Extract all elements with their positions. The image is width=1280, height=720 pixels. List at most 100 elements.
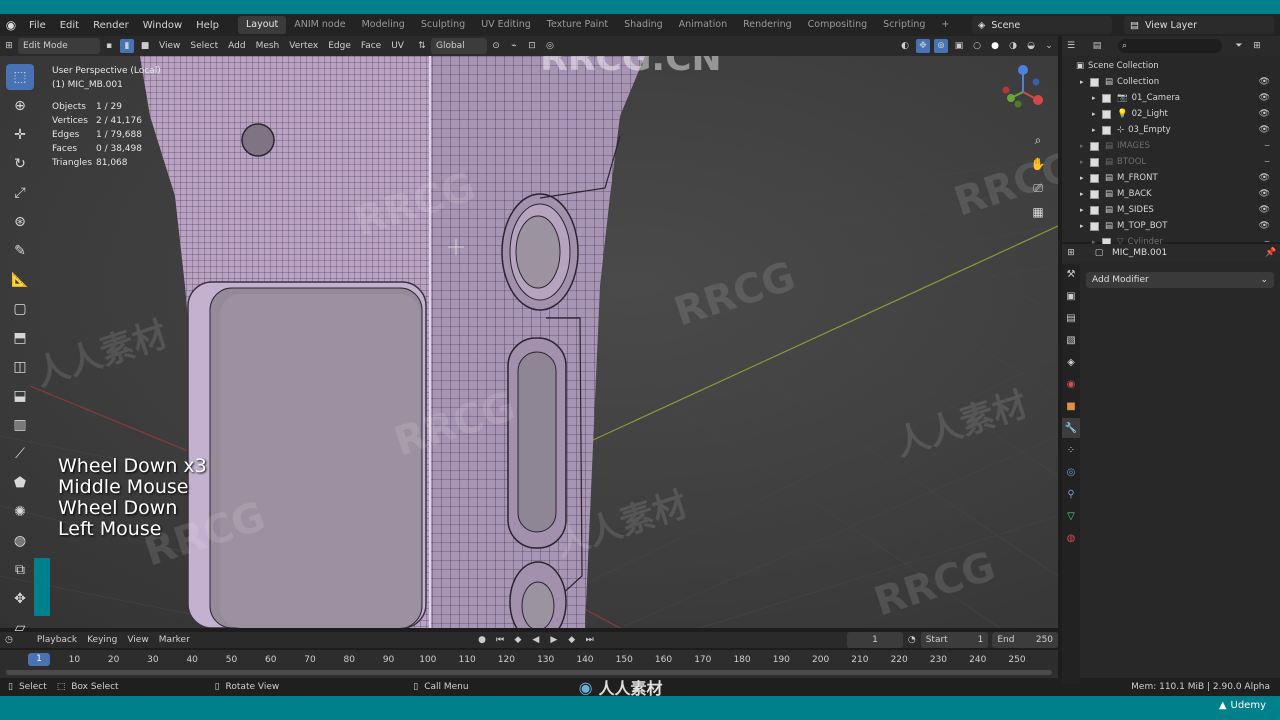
menu-vertex[interactable]: Vertex — [284, 38, 323, 54]
tab-texture-paint[interactable]: Texture Paint — [539, 16, 616, 34]
pin-icon[interactable]: 📌 — [1264, 246, 1278, 260]
outliner-item[interactable]: ▸ ▤ IMAGES ⌣ — [1062, 138, 1280, 154]
vertex-select-icon[interactable]: ▪ — [102, 39, 116, 53]
properties-editor-icon[interactable]: ⊞ — [1064, 246, 1078, 260]
menu-select[interactable]: Select — [185, 38, 223, 54]
edge-slide-tool-icon[interactable]: ⧉ — [6, 557, 34, 583]
disclosure-arrow-icon[interactable]: ▸ — [1092, 110, 1102, 118]
visibility-eye-icon[interactable]: 👁 — [1259, 93, 1270, 103]
tab-shading[interactable]: Shading — [616, 16, 671, 34]
jump-end-icon[interactable]: ⏭ — [583, 633, 597, 647]
current-frame-field[interactable]: 1 — [847, 632, 903, 648]
outliner-item[interactable]: ▸ ▤ Collection 👁 — [1062, 74, 1280, 90]
exclude-checkbox[interactable] — [1090, 173, 1099, 183]
shading-options-icon[interactable]: ⌄ — [1042, 39, 1056, 53]
jump-start-icon[interactable]: ⏮ — [493, 633, 507, 647]
visibility-eye-icon[interactable]: 👁 — [1259, 173, 1270, 183]
timeline-playback-menu[interactable]: Playback — [32, 632, 82, 648]
play-reverse-icon[interactable]: ◀ — [529, 633, 543, 647]
transform-tool-icon[interactable]: ⊛ — [6, 209, 34, 235]
zoom-icon[interactable]: ⌕ — [1028, 130, 1048, 150]
rotate-tool-icon[interactable]: ↻ — [6, 151, 34, 177]
disclosure-arrow-icon[interactable]: ▸ — [1092, 94, 1102, 102]
move-tool-icon[interactable]: ✛ — [6, 122, 34, 148]
visibility-eye-icon[interactable]: 👁 — [1259, 109, 1270, 119]
tab-sculpting[interactable]: Sculpting — [413, 16, 473, 34]
tool-tab-icon[interactable]: ⚒ — [1062, 264, 1080, 284]
scene-selector[interactable]: ◈ Scene — [972, 16, 1112, 34]
poly-build-tool-icon[interactable]: ⬟ — [6, 470, 34, 496]
modifier-tab-icon[interactable]: 🔧 — [1062, 418, 1080, 438]
tab-compositing[interactable]: Compositing — [800, 16, 876, 34]
visibility-eye-icon[interactable]: 👁 — [1259, 125, 1270, 135]
current-frame-indicator[interactable]: 1 — [28, 653, 50, 666]
filter-icon[interactable]: ⏷ — [1232, 39, 1246, 53]
loop-cut-tool-icon[interactable]: ▥ — [6, 412, 34, 438]
outliner-root[interactable]: ▣ Scene Collection — [1062, 58, 1280, 74]
menu-render[interactable]: Render — [86, 20, 136, 31]
scale-tool-icon[interactable]: ⤢ — [6, 180, 34, 206]
scene-tab-icon[interactable]: ◈ — [1062, 352, 1080, 372]
smooth-tool-icon[interactable]: ◍ — [6, 528, 34, 554]
output-tab-icon[interactable]: ▤ — [1062, 308, 1080, 328]
exclude-checkbox[interactable] — [1102, 93, 1111, 103]
menu-edge[interactable]: Edge — [323, 38, 356, 54]
outliner-item[interactable]: ▸ ▤ M_SIDES 👁 — [1062, 202, 1280, 218]
record-icon[interactable]: ● — [475, 633, 489, 647]
exclude-checkbox[interactable] — [1090, 77, 1099, 87]
new-collection-icon[interactable]: ⊞ — [1250, 39, 1264, 53]
disclosure-arrow-icon[interactable]: ▸ — [1080, 78, 1090, 86]
visibility-eye-icon[interactable]: ⌣ — [1264, 141, 1270, 151]
physics-tab-icon[interactable]: ◎ — [1062, 462, 1080, 482]
data-tab-icon[interactable]: ▽ — [1062, 506, 1080, 526]
next-key-icon[interactable]: ◆ — [565, 633, 579, 647]
extrude-tool-icon[interactable]: ⬒ — [6, 325, 34, 351]
exclude-checkbox[interactable] — [1102, 109, 1111, 119]
inset-tool-icon[interactable]: ◫ — [6, 354, 34, 380]
menu-add[interactable]: Add — [223, 38, 250, 54]
face-select-icon[interactable]: ■ — [138, 39, 152, 53]
timeline-scrollbar[interactable] — [6, 670, 1052, 675]
navigation-gizmo[interactable] — [998, 64, 1048, 114]
tab-layout[interactable]: Layout — [237, 16, 287, 34]
exclude-checkbox[interactable] — [1090, 141, 1099, 151]
visibility-icon[interactable]: ◐ — [898, 39, 912, 53]
exclude-checkbox[interactable] — [1090, 205, 1099, 215]
outliner-item[interactable]: ▸ ▤ M_BACK 👁 — [1062, 186, 1280, 202]
orientation-selector[interactable]: Global — [430, 38, 487, 54]
material-tab-icon[interactable]: ◍ — [1062, 528, 1080, 548]
overlay-icon[interactable]: ⊚ — [934, 39, 948, 53]
select-box-tool-icon[interactable]: ⬚ — [6, 64, 34, 90]
snap-icon[interactable]: ⌁ — [507, 39, 521, 53]
add-cube-tool-icon[interactable]: ▢ — [6, 296, 34, 322]
display-mode-icon[interactable]: ▤ — [1090, 39, 1104, 53]
proportional-edit-icon[interactable]: ◎ — [543, 39, 557, 53]
pan-hand-icon[interactable]: ✋ — [1028, 154, 1048, 174]
view-layer-selector[interactable]: ▤ View Layer — [1124, 16, 1274, 34]
disclosure-arrow-icon[interactable]: ▸ — [1080, 174, 1090, 182]
add-modifier-dropdown[interactable]: Add Modifier ⌄ — [1086, 272, 1274, 288]
rendered-shading-icon[interactable]: ◒ — [1024, 39, 1038, 53]
edge-select-icon[interactable]: ▮ — [120, 39, 134, 53]
disclosure-arrow-icon[interactable]: ▸ — [1080, 142, 1090, 150]
view-layer-tab-icon[interactable]: ▧ — [1062, 330, 1080, 350]
outliner-item[interactable]: ▸ ▤ M_TOP_BOT 👁 — [1062, 218, 1280, 234]
add-workspace-button[interactable]: + — [933, 16, 957, 34]
ortho-grid-icon[interactable]: ▦ — [1028, 202, 1048, 222]
outliner-item[interactable]: ▸ ⊹ 03_Empty 👁 — [1062, 122, 1280, 138]
world-tab-icon[interactable]: ◉ — [1062, 374, 1080, 394]
bevel-tool-icon[interactable]: ⬓ — [6, 383, 34, 409]
pivot-icon[interactable]: ⊙ — [489, 39, 503, 53]
material-shading-icon[interactable]: ◑ — [1006, 39, 1020, 53]
exclude-checkbox[interactable] — [1090, 157, 1099, 167]
menu-mesh[interactable]: Mesh — [251, 38, 285, 54]
constraints-tab-icon[interactable]: ⚲ — [1062, 484, 1080, 504]
measure-tool-icon[interactable]: 📐 — [6, 267, 34, 293]
blender-logo-icon[interactable]: ◉ — [0, 14, 22, 36]
play-icon[interactable]: ▶ — [547, 633, 561, 647]
outliner-item[interactable]: ▸ ▤ BTOOL ⌣ — [1062, 154, 1280, 170]
timeline-keying-menu[interactable]: Keying — [82, 632, 122, 648]
timeline-ruler[interactable]: 1 10 20 30 40 50 60 70 80 90 100 110 120 130 140 150 16… — [0, 650, 1058, 678]
tab-uv-editing[interactable]: UV Editing — [473, 16, 539, 34]
timeline-view-menu[interactable]: View — [122, 632, 153, 648]
